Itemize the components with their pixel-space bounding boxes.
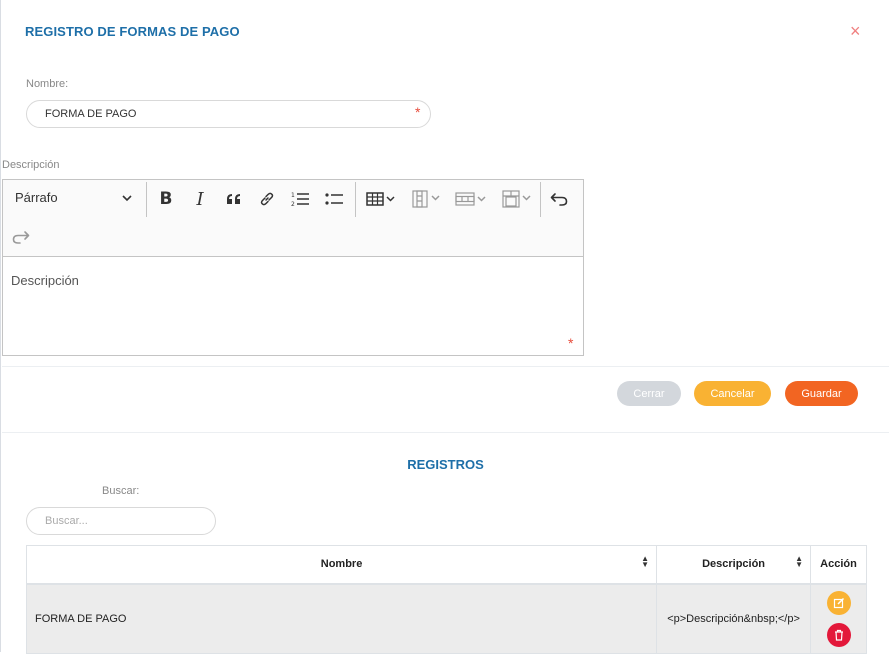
redo-icon[interactable] <box>8 224 34 250</box>
toolbar-separator <box>355 182 356 217</box>
insert-table-icon[interactable] <box>362 186 400 212</box>
description-required-mark: * <box>568 335 574 351</box>
table-row: FORMA DE PAGO <p>Descripción&nbsp;</p> <box>25 583 867 654</box>
column-header-accion: Acción <box>810 545 867 585</box>
close-icon[interactable]: × <box>850 22 861 40</box>
sort-icon: ▲ ▼ <box>795 554 804 569</box>
table-column-icon[interactable] <box>407 186 445 212</box>
name-required-mark: * <box>415 104 421 120</box>
editor-content[interactable]: Descripción <box>11 273 79 288</box>
table-row-icon[interactable] <box>452 186 490 212</box>
search-label: Buscar: <box>102 485 140 497</box>
italic-icon[interactable]: I <box>187 186 213 212</box>
editor-toolbar: Párrafo B I 12 <box>3 180 583 257</box>
divider <box>2 366 889 367</box>
delete-button[interactable] <box>826 622 851 647</box>
edit-icon <box>833 597 844 608</box>
name-field[interactable]: FORMA DE PAGO <box>26 100 431 128</box>
numbered-list-icon[interactable]: 12 <box>287 186 313 212</box>
cancel-button[interactable]: Cancelar <box>694 381 771 406</box>
table-header-row: Nombre ▲ ▼ Descripción ▲ ▼ Acción <box>25 545 867 585</box>
name-label: Nombre: <box>26 78 69 90</box>
svg-text:1: 1 <box>291 192 295 199</box>
registro-dialog: REGISTRO DE FORMAS DE PAGO × Nombre: FOR… <box>0 0 889 654</box>
column-header-nombre[interactable]: Nombre ▲ ▼ <box>25 545 658 585</box>
bold-icon[interactable]: B <box>153 186 179 212</box>
records-table: Nombre ▲ ▼ Descripción ▲ ▼ Acción FORMA DE… <box>25 545 867 654</box>
description-editor: Párrafo B I 12 Descripción * <box>2 179 584 356</box>
paragraph-style-label: Párrafo <box>15 190 58 205</box>
blockquote-icon[interactable] <box>221 186 247 212</box>
edit-button[interactable] <box>826 590 851 615</box>
records-title: REGISTROS <box>407 457 484 472</box>
cell-nombre: FORMA DE PAGO <box>25 583 658 654</box>
bulleted-list-icon[interactable] <box>321 186 347 212</box>
divider <box>2 432 889 433</box>
close-button[interactable]: Cerrar <box>617 381 681 406</box>
toolbar-separator <box>146 182 147 217</box>
column-header-descripcion[interactable]: Descripción ▲ ▼ <box>656 545 812 585</box>
toolbar-separator <box>540 182 541 217</box>
cell-descripcion: <p>Descripción&nbsp;</p> <box>656 583 812 654</box>
trash-icon <box>834 629 843 641</box>
undo-icon[interactable] <box>546 186 572 212</box>
paragraph-style-dropdown[interactable]: Párrafo <box>3 180 145 218</box>
merge-cells-icon[interactable] <box>498 186 536 212</box>
chevron-down-icon <box>122 195 132 202</box>
description-label: Descripción <box>2 159 60 171</box>
search-input[interactable]: Buscar... <box>26 507 216 535</box>
svg-text:2: 2 <box>291 201 295 207</box>
dialog-title: REGISTRO DE FORMAS DE PAGO <box>25 24 240 39</box>
sort-icon: ▲ ▼ <box>641 554 650 569</box>
save-button[interactable]: Guardar <box>785 381 858 406</box>
cell-accion <box>810 583 867 654</box>
link-icon[interactable] <box>254 186 280 212</box>
